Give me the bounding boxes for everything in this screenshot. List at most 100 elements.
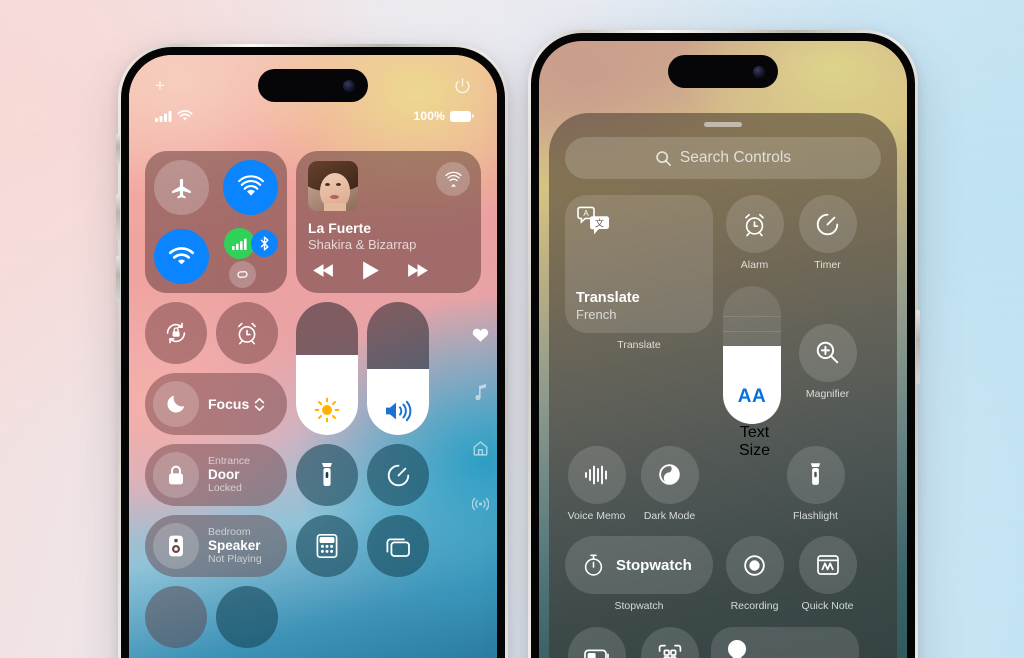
door-room: Entrance — [208, 454, 251, 467]
speaker-name: Speaker — [208, 537, 261, 553]
scene-tile[interactable]: Scene or — [711, 626, 859, 658]
heart-icon[interactable] — [472, 327, 489, 343]
dark-mode-icon — [640, 445, 699, 504]
gallery-row-1: A 文 Translate French Translate Alarm Tim… — [565, 195, 881, 460]
waveform-icon — [567, 445, 626, 504]
battery-full-icon — [450, 110, 474, 122]
music-note-icon[interactable] — [474, 383, 488, 400]
home-speaker-control[interactable]: Bedroom Speaker Not Playing — [145, 515, 287, 577]
speaker-icon — [153, 523, 199, 569]
speaker-text: Bedroom Speaker Not Playing — [208, 526, 262, 566]
cellular-signal-icon — [155, 110, 172, 122]
rotation-lock-button[interactable] — [145, 302, 207, 364]
stopwatch-button[interactable]: Stopwatch — [565, 536, 713, 595]
home-icon[interactable] — [472, 440, 489, 457]
flashlight-cell[interactable]: Flashlight — [784, 445, 847, 523]
volume-down-button[interactable] — [116, 256, 120, 302]
tile-row-2 — [296, 515, 481, 577]
left-phone: + 100% La Fuerte Shakira & Bizarrap Focu… — [116, 44, 508, 658]
translate-subtitle: French — [576, 307, 617, 322]
timer-cell[interactable]: Timer — [796, 195, 859, 272]
search-placeholder: Search Controls — [679, 149, 792, 166]
alarm-cell[interactable]: Alarm — [723, 195, 786, 272]
side-power-button[interactable] — [916, 310, 920, 384]
airdrop-button[interactable] — [223, 160, 278, 215]
calculator-button[interactable] — [296, 515, 358, 577]
speaker-status: Not Playing — [208, 553, 262, 566]
status-right: 100% — [413, 109, 474, 123]
focus-button[interactable]: Focus — [145, 373, 287, 435]
stopwatch-caption: Stopwatch — [614, 600, 664, 613]
add-control-icon[interactable]: + — [155, 77, 165, 94]
control-center-grid: La Fuerte Shakira & Bizarrap Focus Entra… — [145, 151, 481, 658]
orb-row — [145, 302, 287, 364]
scan-code-cell[interactable]: Scan Code — [638, 626, 701, 658]
bluetooth-button[interactable] — [251, 230, 278, 257]
door-text: Entrance Door Locked — [208, 454, 251, 495]
status-left — [155, 110, 193, 122]
dark-mode-cell[interactable]: Dark Mode — [638, 445, 701, 523]
chevron-up-down-icon — [254, 397, 265, 412]
quick-note-cell[interactable]: Quick Note — [796, 536, 859, 613]
orb-row-bottom — [145, 586, 287, 648]
textsize-magnifier-row: AA Text Size Magnifier — [723, 285, 859, 460]
home-door-control[interactable]: Entrance Door Locked — [145, 444, 287, 506]
airplane-mode-button[interactable] — [154, 160, 209, 215]
lock-icon — [153, 452, 199, 498]
left-control-column: Focus Entrance Door Locked Bedroom Speak… — [145, 302, 287, 657]
power-icon[interactable] — [454, 77, 471, 94]
recording-cell[interactable]: Recording — [723, 536, 786, 613]
now-playing-module[interactable]: La Fuerte Shakira & Bizarrap — [296, 151, 481, 293]
connectivity-icon[interactable] — [472, 497, 489, 511]
airplay-audio-icon[interactable] — [436, 162, 470, 196]
gallery-row-4: Low Power Mode Scan Code — [565, 626, 881, 658]
controls-gallery-sheet: Search Controls A 文 Translate French Tra… — [549, 113, 897, 658]
timer-button[interactable] — [367, 444, 429, 506]
door-status: Locked — [208, 482, 242, 495]
battery-percent: 100% — [413, 109, 445, 123]
flashlight-button[interactable] — [296, 444, 358, 506]
search-controls-input[interactable]: Search Controls — [565, 137, 881, 179]
track-artist: Shakira & Bizarrap — [308, 237, 417, 252]
translate-tile[interactable]: A 文 Translate French — [565, 195, 713, 333]
dynamic-island — [258, 69, 368, 102]
personal-hotspot-button[interactable] — [229, 261, 256, 288]
album-artwork — [308, 161, 358, 211]
sheet-grabber[interactable] — [704, 122, 742, 127]
extra-control-2[interactable] — [216, 586, 278, 648]
search-icon — [655, 150, 672, 167]
volume-up-button[interactable] — [116, 194, 120, 240]
front-camera-icon — [343, 79, 355, 92]
left-screen: + 100% La Fuerte Shakira & Bizarrap Focu… — [129, 55, 497, 658]
fast-forward-icon[interactable] — [406, 263, 429, 278]
action-button[interactable] — [116, 134, 120, 164]
screen-mirroring-button[interactable] — [367, 515, 429, 577]
brightness-slider[interactable] — [296, 302, 358, 435]
text-size-slider[interactable]: AA — [723, 285, 781, 424]
alarm-button[interactable] — [216, 302, 278, 364]
gallery-row-3: Stopwatch Stopwatch Recording Quick Note — [565, 536, 881, 613]
tile-row-1 — [296, 444, 481, 506]
low-power-cell[interactable]: Low Power Mode — [565, 626, 628, 658]
scene-wrap: Scene or — [711, 626, 859, 658]
magnifier-cell[interactable]: Magnifier — [796, 323, 859, 460]
stopwatch-title: Stopwatch — [616, 556, 692, 574]
stopwatch-wrap: Stopwatch Stopwatch — [565, 536, 713, 612]
timer-icon — [798, 195, 857, 253]
record-icon — [725, 536, 784, 595]
voice-memo-cell[interactable]: Voice Memo — [565, 445, 628, 523]
sun-icon — [314, 397, 340, 423]
quick-note-caption: Quick Note — [801, 600, 854, 613]
play-icon[interactable] — [361, 260, 380, 281]
volume-slider[interactable] — [367, 302, 429, 435]
focus-label: Focus — [208, 396, 265, 412]
rewind-icon[interactable] — [312, 263, 335, 278]
alarm-timer-row: Alarm Timer — [723, 195, 859, 272]
extra-control-1[interactable] — [145, 586, 207, 648]
translate-tile-wrap: A 文 Translate French Translate — [565, 195, 713, 351]
brightness-fill — [296, 355, 358, 435]
text-size-caption: Text Size — [738, 423, 771, 459]
translate-caption: Translate — [617, 339, 661, 351]
wifi-button[interactable] — [154, 229, 209, 284]
right-screen: Search Controls A 文 Translate French Tra… — [539, 41, 907, 658]
